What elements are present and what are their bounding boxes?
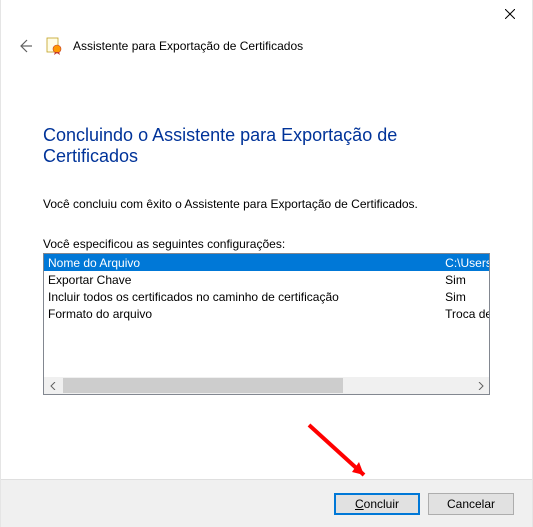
wizard-content: Concluindo o Assistente para Exportação … [1,70,532,395]
table-row[interactable]: Formato do arquivoTroca de Informações P… [44,305,489,322]
close-button[interactable] [487,0,532,28]
chevron-left-icon [50,382,56,390]
setting-label: Exportar Chave [44,271,441,288]
setting-value: Sim [441,271,489,288]
table-row[interactable]: Incluir todos os certificados no caminho… [44,288,489,305]
table-row[interactable]: Nome do ArquivoC:\Users\Wesley Marques\D… [44,254,489,271]
setting-value: C:\Users\Wesley Marques\De [441,254,489,271]
scroll-right-button[interactable] [472,377,489,394]
setting-label: Nome do Arquivo [44,254,441,271]
wizard-header: Assistente para Exportação de Certificad… [1,30,532,70]
setting-value: Sim [441,288,489,305]
back-button[interactable] [15,36,35,56]
settings-table: Nome do ArquivoC:\Users\Wesley Marques\D… [44,254,489,322]
config-label: Você especificou as seguintes configuraç… [43,237,490,251]
scroll-left-button[interactable] [44,377,61,394]
settings-listbox-inner: Nome do ArquivoC:\Users\Wesley Marques\D… [44,254,489,377]
chevron-right-icon [478,382,484,390]
setting-value: Troca de Informações Pessoa [441,305,489,322]
scrollbar-thumb[interactable] [63,378,343,393]
setting-label: Formato do arquivo [44,305,441,322]
success-message: Você concluiu com êxito o Assistente par… [43,197,490,211]
wizard-window: Assistente para Exportação de Certificad… [0,0,533,527]
finish-button[interactable]: Concluir [334,493,420,515]
page-heading: Concluindo o Assistente para Exportação … [43,125,490,167]
scrollbar-track[interactable] [61,377,472,394]
setting-label: Incluir todos os certificados no caminho… [44,288,441,305]
wizard-footer: Concluir Cancelar [1,479,532,527]
table-row[interactable]: Exportar ChaveSim [44,271,489,288]
horizontal-scrollbar[interactable] [44,377,489,394]
close-icon [505,9,515,19]
titlebar [1,0,532,30]
certificate-icon [45,37,63,55]
settings-listbox[interactable]: Nome do ArquivoC:\Users\Wesley Marques\D… [43,253,490,395]
cancel-button[interactable]: Cancelar [428,493,514,515]
back-arrow-icon [17,38,33,54]
wizard-title: Assistente para Exportação de Certificad… [73,39,303,53]
